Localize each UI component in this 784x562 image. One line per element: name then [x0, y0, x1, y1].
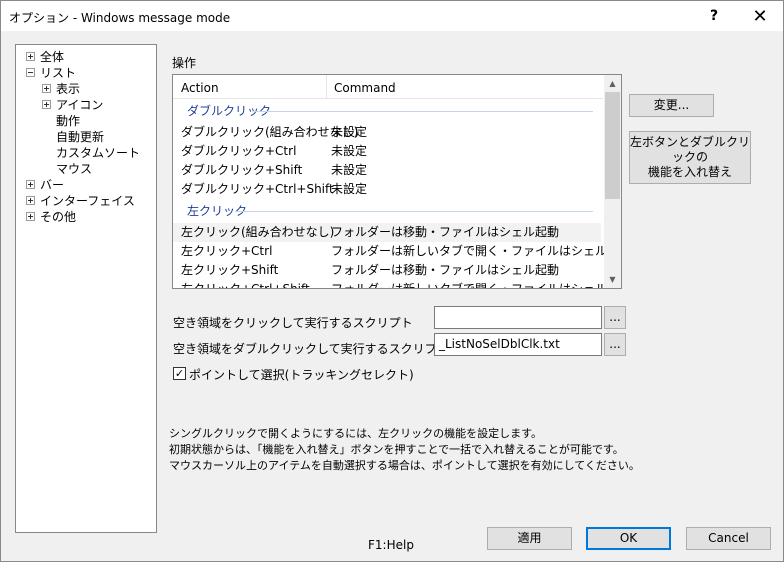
list-row[interactable]: 左クリック+Shift フォルダーは移動・ファイルはシェル起動 — [173, 261, 601, 280]
action-cell: ダブルクリック+Ctrl+Shift — [181, 182, 334, 196]
swap-button-line2: 機能を入れ替え — [647, 165, 732, 179]
tree-item-label: マウス — [56, 162, 93, 176]
tree-item-label: リスト — [40, 66, 77, 80]
dblclick-script-browse-button[interactable]: ... — [604, 333, 626, 356]
tracking-select-label[interactable]: ポイントして選択(トラッキングセレクト) — [189, 366, 414, 383]
column-header-command[interactable]: Command — [326, 75, 603, 99]
action-cell: 左クリック(組み合わせなし) — [181, 225, 335, 239]
tree-item-label: 自動更新 — [56, 130, 105, 144]
list-row[interactable]: ダブルクリック+Ctrl 未設定 — [173, 142, 601, 161]
list-header: Action Command — [173, 75, 603, 99]
tree-item[interactable]: マウス — [16, 161, 156, 177]
click-script-browse-button[interactable]: ... — [604, 306, 626, 329]
list-row[interactable]: ダブルクリック+Ctrl+Shift 未設定 — [173, 180, 601, 199]
click-script-field[interactable] — [434, 306, 602, 329]
description-line-3: マウスカーソル上のアイテムを自動選択する場合は、ポイントして選択を有効にしてくだ… — [169, 459, 640, 472]
expand-icon[interactable] — [42, 100, 51, 109]
tree-item-label: アイコン — [56, 98, 104, 112]
command-cell: 未設定 — [331, 182, 368, 196]
command-cell: フォルダーは移動・ファイルはシェル起動 — [331, 263, 560, 277]
help-icon[interactable]: ? — [691, 1, 737, 31]
tree-item-label: 動作 — [56, 114, 81, 128]
tree-item[interactable]: 動作 — [16, 113, 156, 129]
command-cell: フォルダーは移動・ファイルはシェル起動 — [331, 225, 560, 239]
vertical-scrollbar[interactable]: ▲ ▼ — [604, 75, 621, 288]
list-row[interactable]: 左クリック(組み合わせなし) フォルダーは移動・ファイルはシェル起動 — [173, 223, 601, 242]
expand-icon[interactable] — [42, 84, 51, 93]
cancel-button[interactable]: Cancel — [686, 527, 771, 550]
tree-item[interactable]: 表示 — [16, 81, 156, 97]
tree-item-label: 表示 — [56, 82, 81, 96]
dblclick-script-label: 空き領域をダブルクリックして実行するスクリプト — [173, 342, 449, 356]
title-bar[interactable]: オプション - Windows message mode ? ✕ — [1, 1, 783, 31]
ok-button[interactable]: OK — [586, 527, 671, 550]
tracking-select-checkbox[interactable]: ✓ — [173, 367, 186, 380]
tree-item[interactable]: 全体 — [16, 49, 156, 65]
swap-button-line1: 左ボタンとダブルクリックの — [630, 135, 751, 164]
expand-icon[interactable] — [26, 180, 35, 189]
tree-item[interactable]: カスタムソート — [16, 145, 156, 161]
expand-icon[interactable] — [26, 212, 35, 221]
scroll-up-icon[interactable]: ▲ — [604, 75, 621, 92]
apply-button[interactable]: 適用 — [487, 527, 572, 550]
collapse-icon[interactable] — [26, 68, 35, 77]
list-row[interactable]: ダブルクリック+Shift 未設定 — [173, 161, 601, 180]
list-row[interactable]: 左クリック+Ctrl フォルダーは新しいタブで開く・ファイルはシェル起動 — [173, 242, 621, 261]
tree-item-label: その他 — [40, 210, 77, 224]
command-cell: フォルダーは新しいタブで開く・ファイルはシェル起動 — [331, 244, 622, 258]
tree-item-label: 全体 — [40, 50, 65, 64]
dblclick-script-field[interactable]: _ListNoSelDblClk.txt — [434, 333, 602, 356]
action-cell: 左クリック+Ctrl+Shift — [181, 282, 310, 289]
scroll-down-icon[interactable]: ▼ — [604, 271, 621, 288]
expand-icon[interactable] — [26, 52, 35, 61]
command-cell: 未設定 — [331, 163, 368, 177]
description-line-1: シングルクリックで開くようにするには、左クリックの機能を設定します。 — [169, 427, 543, 440]
tree-item[interactable]: アイコン — [16, 97, 156, 113]
category-tree[interactable]: 全体リスト表示アイコン動作自動更新カスタムソート マウスバーインターフェイス その他 — [15, 44, 157, 533]
swap-functions-button[interactable]: 左ボタンとダブルクリックの 機能を入れ替え — [629, 131, 751, 184]
change-button[interactable]: 変更... — [629, 94, 714, 117]
tree-item[interactable]: インターフェイス — [16, 193, 156, 209]
action-cell: 左クリック+Ctrl — [181, 244, 273, 258]
tree-item[interactable]: バー — [16, 177, 156, 193]
expand-icon[interactable] — [26, 196, 35, 205]
list-body: ダブルクリック ダブルクリック(組み合わせなし) 未設定 ダブルクリック+Ctrl 未設… — [173, 100, 621, 289]
command-cell: フォルダーは新しいタブで開く・ファイルはシェル起動 — [331, 282, 622, 289]
tree-item-label: バー — [40, 178, 65, 192]
command-cell: 未設定 — [331, 144, 368, 158]
column-header-action[interactable]: Action — [173, 75, 326, 99]
command-cell: 未設定 — [331, 125, 368, 139]
options-dialog: オプション - Windows message mode ? ✕ 全体リスト表示… — [0, 0, 784, 562]
action-cell: ダブルクリック+Ctrl — [181, 144, 297, 158]
scroll-thumb[interactable] — [605, 92, 620, 199]
operations-group-label: 操作 — [172, 56, 197, 70]
operations-list[interactable]: Action Command ダブルクリック ダブルクリック(組み合わせなし) 未設… — [172, 74, 622, 289]
tree-item[interactable]: その他 — [16, 209, 156, 225]
action-cell: 左クリック+Shift — [181, 263, 279, 277]
tree-item[interactable]: 自動更新 — [16, 129, 156, 145]
close-icon[interactable]: ✕ — [737, 1, 783, 31]
list-row[interactable]: 左クリック+Ctrl+Shift フォルダーは新しいタブで開く・ファイルはシェル起… — [173, 280, 621, 289]
description-line-2: 初期状態からは、「機能を入れ替え」ボタンを押すことで一括で入れ替えることが可能で… — [169, 443, 624, 456]
group-divider — [253, 111, 593, 112]
tree-item[interactable]: リスト — [16, 65, 156, 81]
f1-help-text: F1:Help — [368, 538, 414, 552]
tree-item-label: カスタムソート — [56, 146, 141, 160]
action-cell: ダブルクリック+Shift — [181, 163, 303, 177]
click-script-label: 空き領域をクリックして実行するスクリプト — [173, 316, 413, 330]
window-title: オプション - Windows message mode — [9, 11, 231, 25]
tree-item-label: インターフェイス — [40, 194, 135, 208]
list-row[interactable]: ダブルクリック(組み合わせなし) 未設定 — [173, 123, 601, 142]
group-divider — [235, 211, 593, 212]
